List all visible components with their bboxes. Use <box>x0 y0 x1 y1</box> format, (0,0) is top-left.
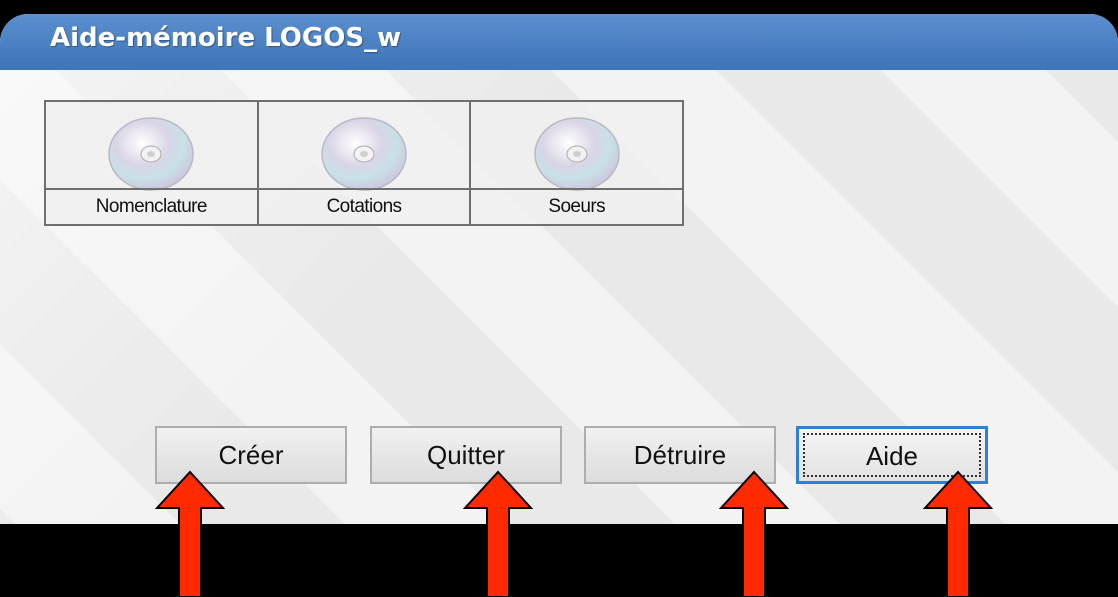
annotation-arrow <box>155 470 225 597</box>
tool-label: Nomenclature <box>46 188 257 226</box>
annotation-arrow <box>923 470 993 597</box>
tool-nomenclature[interactable]: Nomenclature <box>46 102 259 224</box>
tool-soeurs[interactable]: Soeurs <box>471 102 683 226</box>
cd-disc-icon <box>108 117 195 191</box>
window-title: Aide-mémoire LOGOS_w <box>50 23 402 53</box>
help-button-label: Aide <box>865 441 919 471</box>
toolbar: Nomenclature Cotations Soeurs <box>44 100 684 226</box>
tool-cotations[interactable]: Cotations <box>258 102 472 226</box>
quit-button-label: Quitter <box>426 440 506 470</box>
annotation-arrow <box>719 470 789 597</box>
title-bar[interactable]: Aide-mémoire LOGOS_w <box>0 14 1118 70</box>
cd-disc-icon <box>533 117 620 191</box>
tool-label: Cotations <box>258 188 470 226</box>
create-button-label: Créer <box>218 440 284 470</box>
app-window: Aide-mémoire LOGOS_w Nomenclature Cotati… <box>0 14 1118 524</box>
cd-disc-icon <box>321 117 407 191</box>
tool-label: Soeurs <box>471 188 683 226</box>
destroy-button-label: Détruire <box>633 440 727 470</box>
annotation-arrow <box>463 470 533 597</box>
